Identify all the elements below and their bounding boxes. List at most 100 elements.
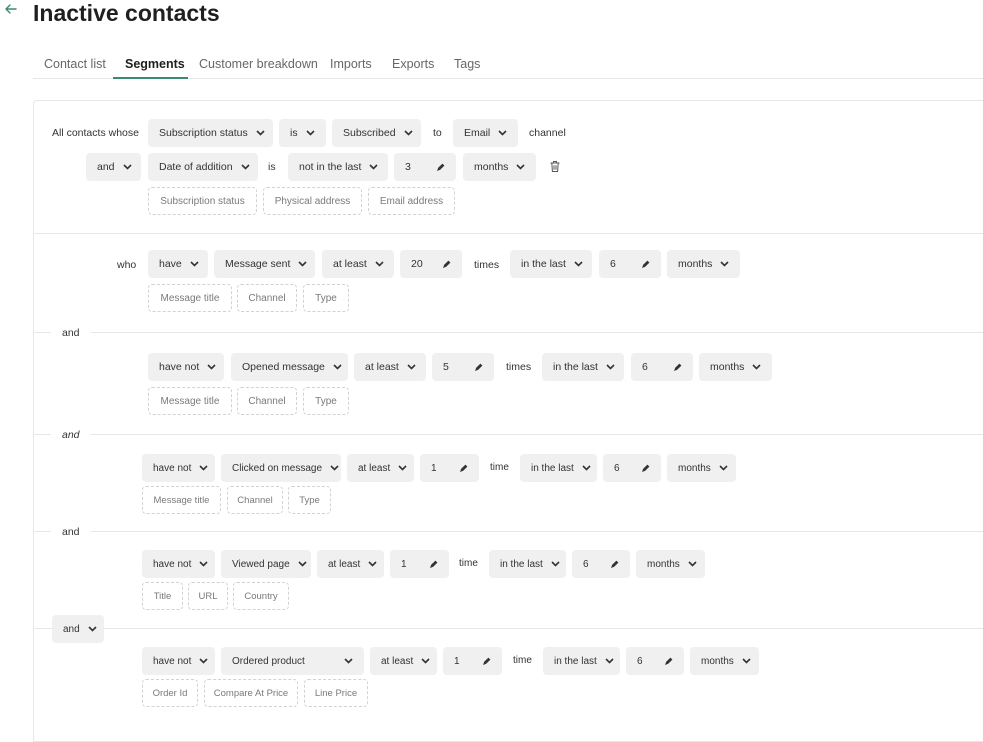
rule-period-amount-input[interactable]: 6 bbox=[626, 647, 684, 675]
rule-period-select[interactable]: in the last bbox=[489, 550, 566, 578]
trash-icon[interactable] bbox=[549, 160, 561, 178]
rule-period-select[interactable]: in the last bbox=[520, 454, 597, 482]
rule-verb-select[interactable]: have not bbox=[148, 353, 224, 381]
rule-count-input[interactable]: 1 bbox=[443, 647, 502, 675]
to-label: to bbox=[433, 127, 442, 139]
rule-quantifier-select[interactable]: at least bbox=[370, 647, 437, 675]
chevron-down-icon bbox=[413, 658, 430, 664]
pencil-icon bbox=[436, 163, 445, 172]
filter-message-title[interactable]: Message title bbox=[148, 387, 232, 415]
filter-title[interactable]: Title bbox=[142, 582, 183, 610]
tab-customer-breakdown[interactable]: Customer breakdown bbox=[199, 57, 318, 71]
chevron-down-icon bbox=[508, 164, 526, 170]
chevron-down-icon bbox=[361, 164, 379, 170]
filter-message-title[interactable]: Message title bbox=[142, 486, 221, 514]
back-arrow-icon[interactable] bbox=[4, 2, 18, 22]
rule-quantifier-select[interactable]: at least bbox=[317, 550, 384, 578]
rule-verb-select[interactable]: have not bbox=[142, 550, 215, 578]
operator-select[interactable]: is bbox=[279, 119, 326, 147]
rule-quantifier-select[interactable]: at least bbox=[354, 353, 426, 381]
filter-line-price[interactable]: Line Price bbox=[304, 679, 368, 707]
suggestion-email-address[interactable]: Email address bbox=[368, 187, 455, 215]
channel-select-label: Email bbox=[464, 127, 491, 139]
section-divider bbox=[33, 233, 983, 234]
rule-count-input[interactable]: 20 bbox=[400, 250, 462, 278]
pencil-icon bbox=[610, 560, 619, 569]
filter-type[interactable]: Type bbox=[303, 387, 349, 415]
connector-line bbox=[104, 628, 983, 629]
filter-order-id[interactable]: Order Id bbox=[142, 679, 198, 707]
rule-period-unit-select[interactable]: months bbox=[667, 454, 736, 482]
rule-verb-select[interactable]: have bbox=[148, 250, 208, 278]
rule-quantifier-select[interactable]: at least bbox=[347, 454, 414, 482]
rule-period-amount-input[interactable]: 6 bbox=[599, 250, 661, 278]
rule-period-amount-input[interactable]: 6 bbox=[572, 550, 630, 578]
chevron-down-icon bbox=[367, 261, 384, 267]
chevron-down-icon bbox=[322, 465, 339, 471]
filter-channel[interactable]: Channel bbox=[237, 284, 297, 312]
filter-type[interactable]: Type bbox=[288, 486, 331, 514]
chevron-down-icon bbox=[115, 164, 132, 170]
chevron-down-icon bbox=[744, 364, 762, 370]
rule-verb-select[interactable]: have not bbox=[142, 454, 215, 482]
rule-quantifier-select[interactable]: at least bbox=[322, 250, 394, 278]
value-select[interactable]: Subscribed bbox=[332, 119, 421, 147]
rule-count-input[interactable]: 5 bbox=[432, 353, 494, 381]
rule-period-amount-input[interactable]: 6 bbox=[631, 353, 693, 381]
chevron-down-icon bbox=[182, 261, 199, 267]
rule-period-unit-select[interactable]: months bbox=[699, 353, 772, 381]
date-field-select[interactable]: Date of addition bbox=[148, 153, 258, 181]
conjunction-select[interactable]: and bbox=[86, 153, 141, 181]
filter-compare-at-price[interactable]: Compare At Price bbox=[204, 679, 298, 707]
tab-contact-list[interactable]: Contact list bbox=[44, 57, 106, 71]
rule-period-unit-select[interactable]: months bbox=[636, 550, 705, 578]
filter-channel[interactable]: Channel bbox=[227, 486, 283, 514]
rule-event-select[interactable]: Opened message bbox=[231, 353, 348, 381]
rule-verb-label: have not bbox=[153, 558, 192, 570]
chevron-down-icon bbox=[290, 561, 307, 567]
rule-event-select[interactable]: Message sent bbox=[214, 250, 315, 278]
rule-verb-select[interactable]: have not bbox=[142, 647, 215, 675]
rule-period-unit-select[interactable]: months bbox=[690, 647, 759, 675]
rule-period-unit-select[interactable]: months bbox=[667, 250, 740, 278]
all-contacts-label: All contacts whose bbox=[52, 127, 139, 139]
rule-event-select[interactable]: Viewed page bbox=[221, 550, 311, 578]
date-operator-select[interactable]: not in the last bbox=[288, 153, 388, 181]
tab-segments[interactable]: Segments bbox=[125, 57, 185, 71]
active-tab-indicator bbox=[113, 77, 188, 79]
rule-period-amount-input[interactable]: 6 bbox=[603, 454, 661, 482]
tab-tags[interactable]: Tags bbox=[454, 57, 480, 71]
chevron-down-icon bbox=[360, 561, 377, 567]
suggestion-physical-address[interactable]: Physical address bbox=[263, 187, 362, 215]
filter-country[interactable]: Country bbox=[233, 582, 289, 610]
unit-select[interactable]: months bbox=[463, 153, 536, 181]
chevron-down-icon bbox=[191, 465, 208, 471]
filter-channel[interactable]: Channel bbox=[237, 387, 297, 415]
suggestion-subscription-status[interactable]: Subscription status bbox=[148, 187, 257, 215]
rule-period-amount-value: 6 bbox=[583, 558, 589, 570]
field-select[interactable]: Subscription status bbox=[148, 119, 273, 147]
chevron-down-icon bbox=[191, 658, 208, 664]
date-operator-select-label: not in the last bbox=[299, 161, 362, 173]
chevron-down-icon bbox=[543, 561, 560, 567]
rule-period-select[interactable]: in the last bbox=[542, 353, 624, 381]
rule-event-label: Ordered product bbox=[232, 655, 305, 667]
tab-exports[interactable]: Exports bbox=[392, 57, 434, 71]
rule-event-select[interactable]: Ordered product bbox=[221, 647, 364, 675]
rule-period-select[interactable]: in the last bbox=[510, 250, 592, 278]
connector-select[interactable]: and bbox=[52, 615, 104, 643]
rule-event-select[interactable]: Clicked on message bbox=[221, 454, 341, 482]
channel-select[interactable]: Email bbox=[453, 119, 518, 147]
chevron-down-icon bbox=[290, 261, 307, 267]
filter-message-title[interactable]: Message title bbox=[148, 284, 232, 312]
filter-type[interactable]: Type bbox=[303, 284, 349, 312]
filter-url[interactable]: URL bbox=[188, 582, 228, 610]
tab-imports[interactable]: Imports bbox=[330, 57, 372, 71]
amount-value: 3 bbox=[405, 161, 411, 173]
rule-period-select[interactable]: in the last bbox=[543, 647, 620, 675]
rule-count-input[interactable]: 1 bbox=[390, 550, 449, 578]
field-select-label: Subscription status bbox=[159, 127, 248, 139]
is-label: is bbox=[268, 161, 276, 173]
amount-input[interactable]: 3 bbox=[394, 153, 456, 181]
rule-count-input[interactable]: 1 bbox=[420, 454, 479, 482]
